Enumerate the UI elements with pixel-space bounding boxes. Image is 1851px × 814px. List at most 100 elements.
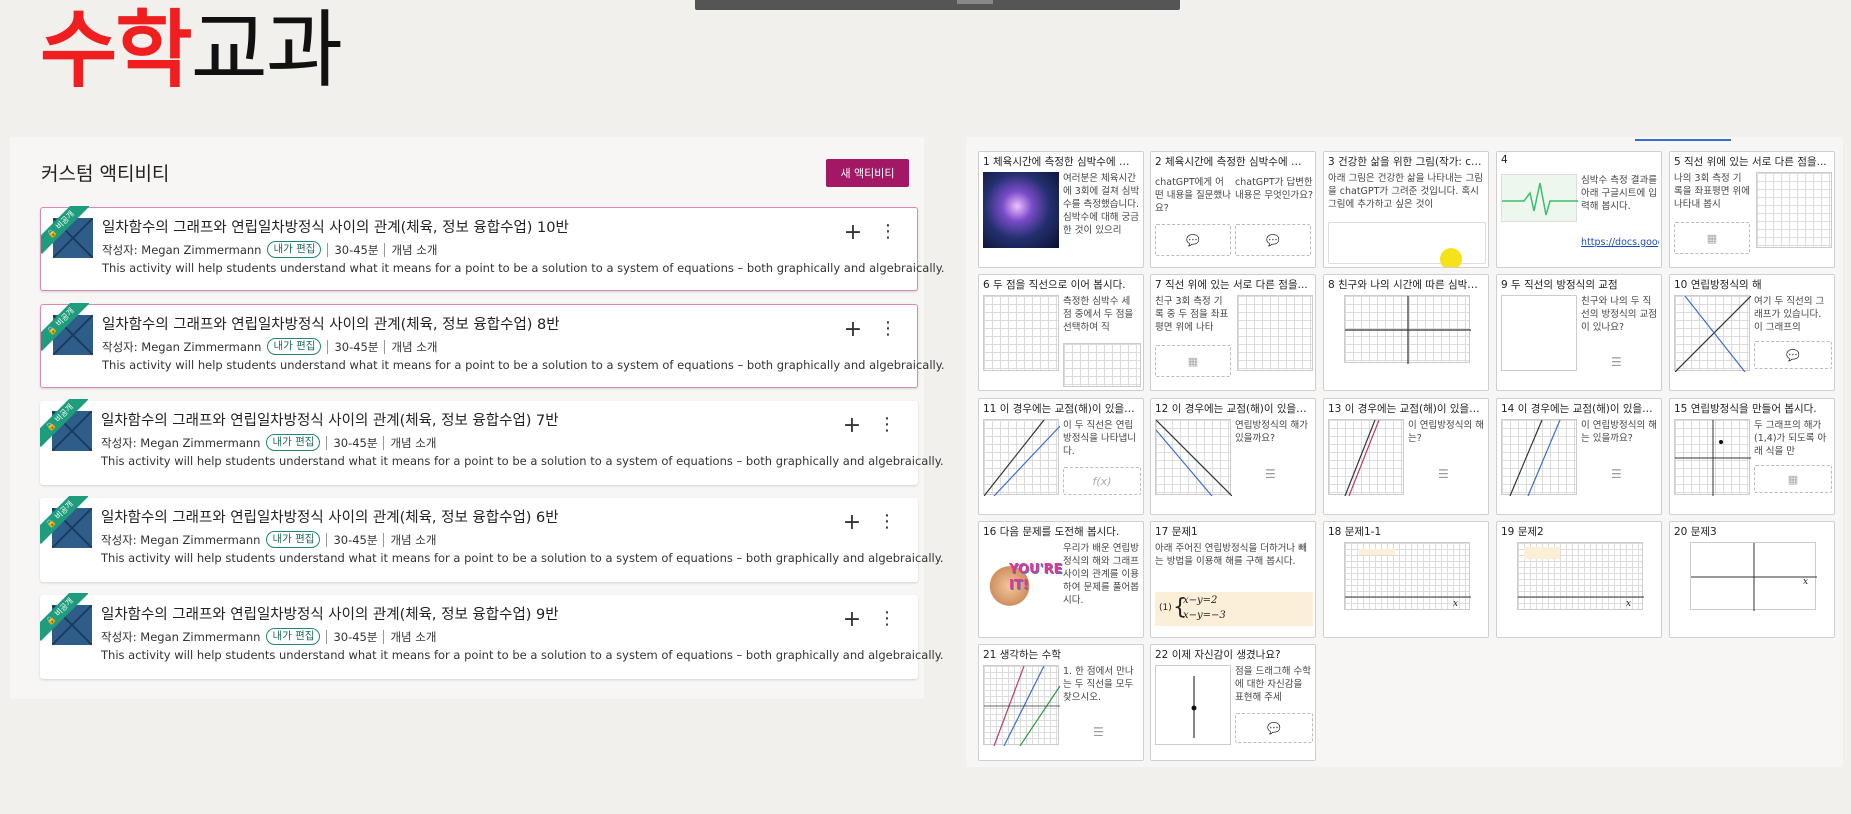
slide-15[interactable]: 15 연립방정식을 만들어 봅시다. 두 그래프의 해가 (1,4)가 되도록 …: [1669, 398, 1835, 515]
cursor-highlight: [1440, 248, 1462, 267]
activity-title[interactable]: 일차함수의 그래프와 연립일차방정식 사이의 관계(체육, 정보 융합수업) 8…: [102, 313, 560, 334]
slide-title: 1 체육시간에 측정한 심박수에 대해...: [983, 156, 1139, 168]
slide-title: 7 직선 위에 있는 서로 다른 점을...: [1155, 279, 1308, 291]
speech-bubble-icon: 💬: [1267, 721, 1281, 735]
sheet-link[interactable]: https://docs.google.com/sprea: [1581, 236, 1659, 264]
add-icon[interactable]: +: [842, 607, 862, 632]
drawing-canvas: [1328, 222, 1486, 264]
slide-title: 12 이 경우에는 교점(해)이 있을까요?: [1155, 403, 1311, 415]
equation-1: x−y=2: [1183, 595, 1218, 606]
edit-badge: 내가 편집: [266, 628, 321, 645]
slide-title: 10 연립방정식의 해: [1674, 279, 1762, 291]
activity-card[interactable]: 🔒 비공개 일차함수의 그래프와 연립일차방정식 사이의 관계(체육, 정보 융…: [40, 303, 945, 388]
activity-card[interactable]: 🔒 비공개 일차함수의 그래프와 연립일차방정식 사이의 관계(체육, 정보 융…: [40, 206, 945, 291]
slide-title: 11 이 경우에는 교점(해)이 있을까요?: [983, 403, 1139, 415]
divider: [383, 629, 385, 644]
chat-response-box: 💬: [1155, 224, 1231, 256]
slide-11[interactable]: 11 이 경우에는 교점(해)이 있을까요? 이 두 직선은 연립방정식을 나타…: [978, 398, 1144, 515]
divider: [384, 242, 386, 257]
more-options-icon[interactable]: ⋮: [878, 510, 896, 534]
slide-19[interactable]: 19 문제2 x: [1496, 521, 1662, 638]
slide-title: 16 다음 문제를 도전해 봅시다.: [983, 526, 1120, 538]
slide-text: 나의 3회 측정 기록을 좌표평면 위에 나타내 봅시: [1674, 173, 1750, 210]
coordinate-grid: [1344, 295, 1471, 364]
activity-title[interactable]: 일차함수의 그래프와 연립일차방정식 사이의 관계(체육, 정보 융합수업) 1…: [102, 216, 569, 237]
slide-text: 측정한 심박수 세 점 중에서 두 점을 선택하여 직: [1063, 296, 1134, 333]
more-options-icon[interactable]: ⋮: [879, 220, 897, 244]
slide-title: 2 체육시간에 측정한 심박수에 대해...: [1155, 156, 1311, 168]
more-options-icon[interactable]: ⋮: [878, 413, 896, 437]
slide-1[interactable]: 1 체육시간에 측정한 심박수에 대해... 여러분은 체육시간에 3회에 걸쳐…: [978, 151, 1144, 268]
more-options-icon[interactable]: ⋮: [878, 607, 896, 631]
activity-title[interactable]: 일차함수의 그래프와 연립일차방정식 사이의 관계(체육, 정보 융합수업) 7…: [101, 409, 559, 430]
slide-12[interactable]: 12 이 경우에는 교점(해)이 있을까요? 연립방정식의 해가 있을까요? ☰: [1150, 398, 1316, 515]
divider: [383, 435, 385, 450]
slide-16[interactable]: 16 다음 문제를 도전해 봅시다. YOU'RE IT! 우리가 배운 연립방…: [978, 521, 1144, 638]
youre-it-sticker: YOU'RE IT!: [983, 544, 1063, 628]
activity-author: 작성자: Megan Zimmermann: [101, 629, 261, 644]
slide-title: 20 문제3: [1674, 526, 1717, 538]
new-activity-button[interactable]: 새 액티비티: [826, 159, 909, 187]
activity-title[interactable]: 일차함수의 그래프와 연립일차방정식 사이의 관계(체육, 정보 융합수업) 6…: [101, 506, 559, 527]
panel-title: 커스텀 액티비티: [41, 163, 170, 185]
slide-2[interactable]: 2 체육시간에 측정한 심박수에 대해... chatGPT에게 어떤 내용을 …: [1150, 151, 1316, 268]
activity-card[interactable]: 🔒 비공개 일차함수의 그래프와 연립일차방정식 사이의 관계(체육, 정보 융…: [40, 496, 944, 582]
slide-13[interactable]: 13 이 경우에는 교점(해)이 있을까요? 이 연립방정식의 해는? ☰: [1323, 398, 1489, 515]
chat-response-box: 💬: [1235, 224, 1311, 256]
slide-title: 9 두 직선의 방정식의 교점: [1501, 279, 1618, 291]
slide-3[interactable]: 3 건강한 삶을 위한 그림(작가: chat... 아래 그림은 건강한 삶을…: [1323, 151, 1489, 268]
slide-10[interactable]: 10 연립방정식의 해 여기 두 직선의 그래프가 있습니다. 이 그래프의 💬: [1669, 274, 1835, 391]
add-icon[interactable]: +: [842, 510, 862, 535]
slide-6[interactable]: 6 두 점을 직선으로 이어 봅시다. 측정한 심박수 세 점 중에서 두 점을…: [978, 274, 1144, 391]
divider: [327, 339, 329, 354]
slide-21[interactable]: 21 생각하는 수학 1. 한 점에서 만나는 두 직선을 모두 찾으시오. ☰: [978, 644, 1144, 761]
slide-text: 1. 한 점에서 만나는 두 직선을 모두 찾으시오.: [1063, 666, 1134, 703]
slide-text: 연립방정식의 해가 있을까요?: [1235, 420, 1308, 444]
sticker-text: YOU'RE IT!: [1009, 562, 1063, 593]
slide-title: 17 문제1: [1155, 526, 1198, 538]
list-icon: ☰: [1611, 467, 1622, 481]
slide-8[interactable]: 8 친구와 나의 시간에 따른 심박수...: [1323, 274, 1489, 391]
activity-meta: 작성자: Megan Zimmermann 내가 편집 30-45분 개념 소개: [102, 338, 437, 355]
page-title-black: 교과: [190, 1, 344, 99]
slide-4[interactable]: 4 심박수 측정 결과를 아래 구글시트에 입력해 봅시다. https://d…: [1496, 151, 1662, 268]
add-icon[interactable]: +: [843, 220, 863, 245]
equation-box: (1) { x−y=2 x−y=−3: [1155, 592, 1313, 626]
slide-7[interactable]: 7 직선 위에 있는 서로 다른 점을... 친구 3회 측정 기록 중 두 점…: [1150, 274, 1316, 391]
slide-22[interactable]: 22 이제 자신감이 생겼나요? 점을 드래그해 수학에 대한 자신감을 표현해…: [1150, 644, 1316, 761]
chat-response-box: 💬: [1235, 713, 1313, 743]
slide-9[interactable]: 9 두 직선의 방정식의 교점 친구와 나의 두 직선의 방정식의 교점이 있나…: [1496, 274, 1662, 391]
coordinate-grid: [1155, 419, 1233, 497]
edit-badge: 내가 편집: [267, 338, 322, 355]
strip-handle: [957, 0, 993, 4]
slide-text: 우리가 배운 연립방정식의 해와 그래프 사이의 관계를 이용하여 문제를 풀어…: [1063, 543, 1139, 606]
slide-title: 5 직선 위에 있는 서로 다른 점을...: [1674, 156, 1827, 168]
activity-card[interactable]: 🔒 비공개 일차함수의 그래프와 연립일차방정식 사이의 관계(체육, 정보 융…: [40, 399, 944, 485]
activity-description: This activity will help students underst…: [101, 648, 944, 662]
coordinate-grid: [1501, 295, 1577, 371]
slide-5[interactable]: 5 직선 위에 있는 서로 다른 점을... 나의 3회 측정 기록을 좌표평면…: [1669, 151, 1835, 268]
slide-title: 15 연립방정식을 만들어 봅시다.: [1674, 403, 1817, 415]
activity-card[interactable]: 🔒 비공개 일차함수의 그래프와 연립일차방정식 사이의 관계(체육, 정보 융…: [40, 593, 944, 679]
add-icon[interactable]: +: [842, 413, 862, 438]
chat-response-box: 💬: [1754, 341, 1832, 369]
slide-17[interactable]: 17 문제1 아래 주어진 연립방정식을 더하거나 빼는 방법을 이용해 해를 …: [1150, 521, 1316, 638]
slide-20[interactable]: 20 문제3 x: [1669, 521, 1835, 638]
slide-18[interactable]: 18 문제1-1 x: [1323, 521, 1489, 638]
add-icon[interactable]: +: [843, 317, 863, 342]
lock-icon: 🔒 비공개: [40, 496, 88, 544]
coordinate-grid: [1328, 419, 1404, 497]
coordinate-grid: [1674, 419, 1751, 496]
activity-title[interactable]: 일차함수의 그래프와 연립일차방정식 사이의 관계(체육, 정보 융합수업) 9…: [101, 603, 559, 624]
tab-underline[interactable]: [1635, 135, 1731, 141]
activity-description: This activity will help students underst…: [101, 454, 944, 468]
divider: [384, 339, 386, 354]
slide-text-2: chatGPT가 답변한 내용은 무엇인가요?: [1235, 177, 1313, 201]
list-icon: ☰: [1265, 467, 1276, 481]
more-options-icon[interactable]: ⋮: [879, 317, 897, 341]
slide-14[interactable]: 14 이 경우에는 교점(해)이 있을까요? 이 연립방정식의 해는 있을까요?…: [1496, 398, 1662, 515]
slide-text: 두 그래프의 해가 (1,4)가 되도록 아래 식을 만: [1754, 420, 1827, 457]
activity-meta: 작성자: Megan Zimmermann 내가 편집 30-45분 개념 소개: [102, 241, 437, 258]
activity-type: 개념 소개: [391, 242, 438, 257]
activity-description: This activity will help students underst…: [101, 551, 944, 565]
